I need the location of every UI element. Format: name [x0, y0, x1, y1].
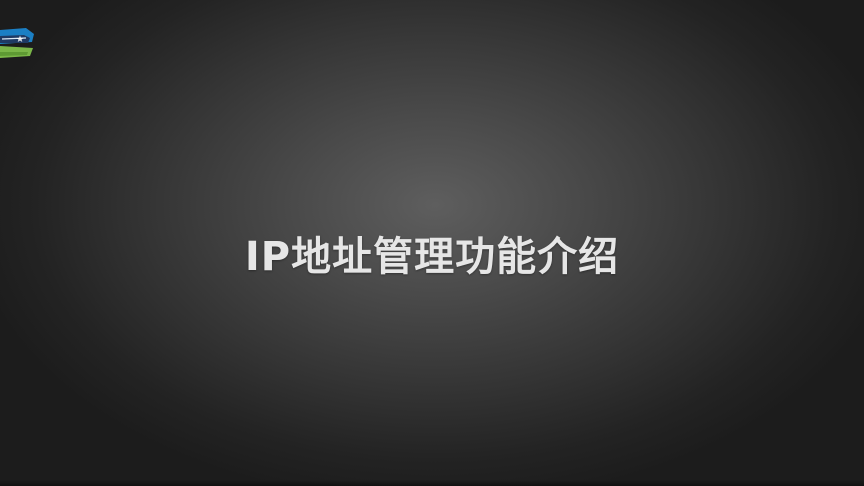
- slide-title: IP地址管理功能介绍: [244, 234, 620, 280]
- title-slide: IP地址管理功能介绍: [0, 0, 864, 486]
- brand-logo-icon: [0, 28, 34, 58]
